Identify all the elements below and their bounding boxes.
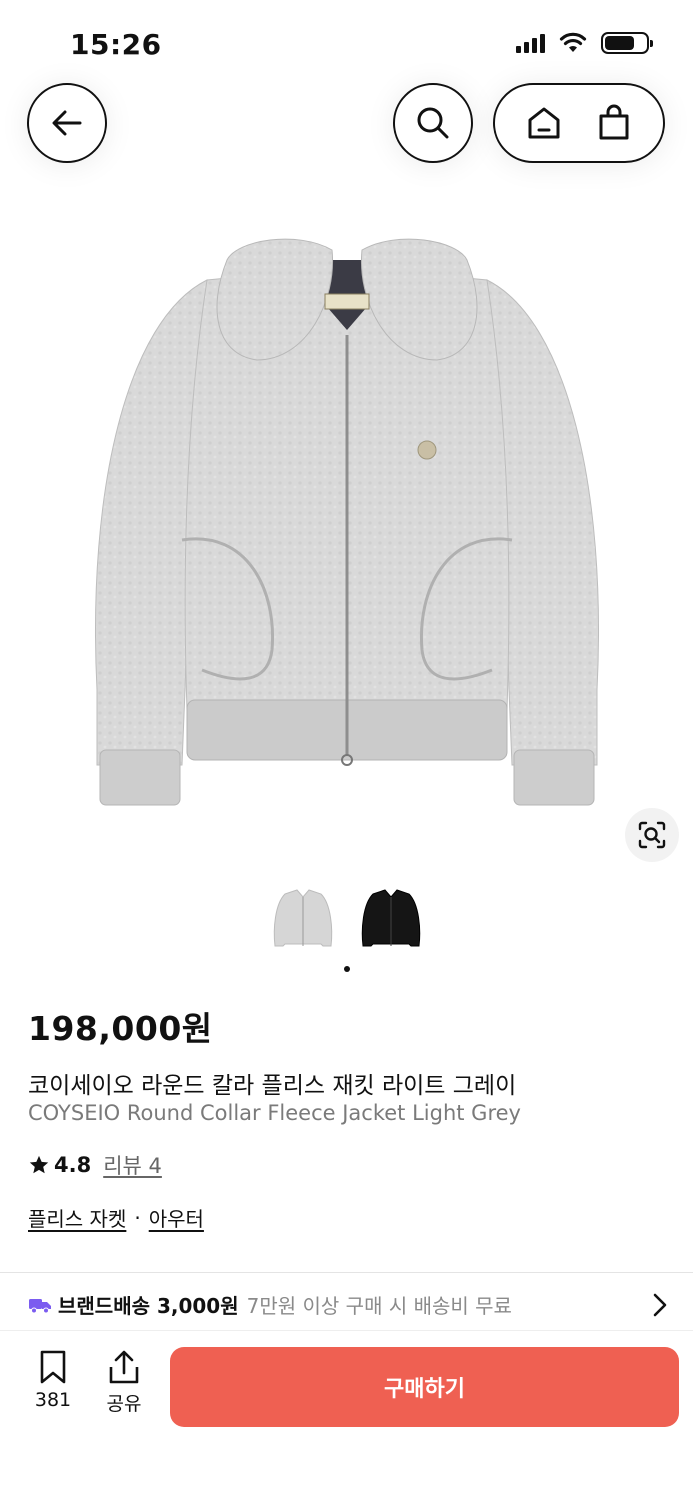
category-link[interactable]: 플리스 자켓 [28,1203,126,1232]
rating-row: 4.8 리뷰 4 [28,1150,162,1180]
delivery-condition: 7만원 이상 구매 시 배송비 무료 [246,1294,512,1318]
back-button[interactable] [27,83,107,163]
thumbnail-light-grey[interactable] [268,882,338,960]
status-icons [516,32,653,54]
share-label: 공유 [106,1393,142,1415]
thumbnail-black[interactable] [356,882,426,960]
chevron-right-icon [653,1293,667,1316]
home-icon[interactable] [524,103,564,143]
product-image[interactable] [0,210,693,840]
jacket-thumbnail-dark [361,889,420,947]
delivery-title: 브랜드배송 3,000원 [58,1294,239,1318]
bookmark-count: 381 [34,1389,72,1411]
image-search-button[interactable] [625,808,679,862]
product-name-ko: 코이세이오 라운드 칼라 플리스 재킷 라이트 그레이 [28,1073,517,1099]
divider [0,1272,693,1273]
share-icon [109,1350,139,1384]
battery-icon [601,32,653,54]
jacket-image [94,238,599,806]
wifi-icon [559,32,587,52]
jacket-thumbnail-light [273,889,332,947]
review-link[interactable]: 리뷰 4 [103,1150,162,1180]
category-separator: · [134,1205,141,1230]
category-breadcrumb: 플리스 자켓 · 아우터 [28,1203,204,1232]
search-button[interactable] [393,83,473,163]
back-arrow-icon [52,110,82,136]
rating-value: 4.8 [54,1153,92,1177]
delivery-info[interactable]: 브랜드배송 3,000원 7만원 이상 구매 시 배송비 무료 [28,1290,668,1319]
bottom-action-bar: 381 공유 구매하기 [0,1330,693,1500]
status-time: 15:26 [70,28,162,61]
bookmark-button[interactable]: 381 [23,1349,83,1411]
parent-category-link[interactable]: 아우터 [149,1203,204,1232]
bookmark-icon [40,1350,66,1384]
delivery-truck-icon [29,1298,51,1313]
pagination-dot-active [343,966,350,972]
color-thumbnails [0,882,693,960]
image-pagination [0,966,693,972]
star-icon [29,1155,49,1174]
image-search-icon [638,821,666,849]
product-price: 198,000원 [28,1009,213,1048]
home-cart-group [493,83,665,163]
status-bar: 15:26 [0,0,693,80]
buy-button[interactable]: 구매하기 [170,1347,679,1427]
product-name-en: COYSEIO Round Collar Fleece Jacket Light… [28,1101,521,1125]
share-button[interactable]: 공유 [94,1349,154,1416]
signal-icon [516,33,545,53]
search-icon [417,107,449,139]
shopping-bag-icon[interactable] [594,103,634,143]
